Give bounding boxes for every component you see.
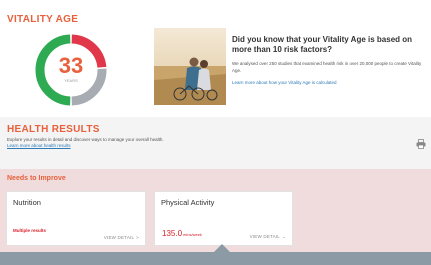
physical-activity-number: 135.0 bbox=[162, 229, 183, 238]
physical-activity-value: 135.0mins/week bbox=[162, 223, 202, 241]
health-results-title: HEALTH RESULTS bbox=[7, 124, 100, 135]
vitality-age-info: Did you know that your Vitality Age is b… bbox=[232, 35, 427, 85]
selected-card-pointer bbox=[214, 244, 230, 252]
view-detail-label: VIEW DETAIL bbox=[249, 234, 281, 239]
chevron-right-icon: > bbox=[136, 235, 139, 240]
physical-activity-card-title: Physical Activity bbox=[161, 198, 215, 207]
health-results-learn-more-link[interactable]: Learn more about health results bbox=[7, 143, 71, 148]
physical-activity-card[interactable]: Physical Activity 135.0mins/week VIEW DE… bbox=[154, 191, 293, 246]
couple-photo bbox=[154, 28, 226, 105]
nutrition-card-status: Multiple results bbox=[13, 228, 47, 233]
vitality-age-value: 33 bbox=[58, 53, 84, 78]
nutrition-card[interactable]: Nutrition Multiple results VIEW DETAIL > bbox=[6, 191, 146, 246]
vitality-age-unit: YEARS bbox=[64, 78, 78, 83]
nutrition-view-detail-button[interactable]: VIEW DETAIL > bbox=[104, 235, 139, 240]
couple-photo-image bbox=[154, 28, 226, 105]
vitality-age-body: We analysed over 250 studies that examin… bbox=[232, 61, 422, 73]
physical-activity-view-detail-button[interactable]: VIEW DETAIL ⌄ bbox=[250, 234, 286, 240]
chevron-down-icon: ⌄ bbox=[282, 234, 286, 239]
health-results-description: Explore your results in detail and disco… bbox=[7, 137, 164, 142]
vitality-age-gauge: 33 YEARS bbox=[31, 30, 111, 110]
vitality-age-headline: Did you know that your Vitality Age is b… bbox=[232, 35, 413, 54]
nutrition-card-title: Nutrition bbox=[13, 198, 41, 207]
vitality-age-learn-more-link[interactable]: Learn more about how your Vitality Age i… bbox=[232, 80, 427, 85]
expanded-detail-bar bbox=[0, 252, 431, 265]
physical-activity-unit: mins/week bbox=[183, 232, 202, 237]
printer-icon[interactable] bbox=[416, 136, 426, 149]
view-detail-label: VIEW DETAIL bbox=[103, 235, 135, 240]
vitality-age-title: VITALITY AGE bbox=[7, 14, 79, 25]
needs-to-improve-title: Needs to Improve bbox=[7, 175, 66, 182]
vitality-age-card: VITALITY AGE 33 YEARS Did you know that … bbox=[0, 0, 431, 117]
